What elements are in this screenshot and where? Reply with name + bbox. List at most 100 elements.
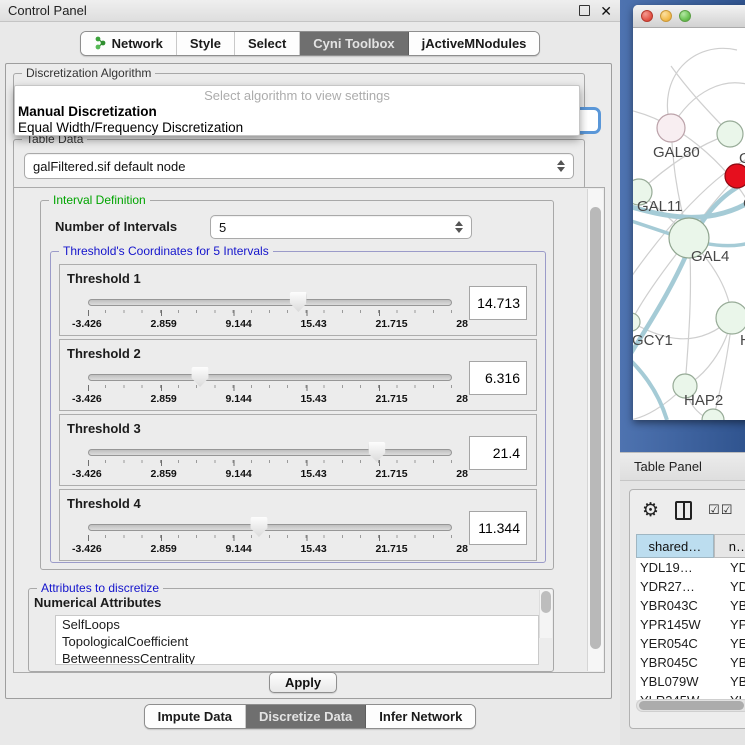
threshold-3-value-field[interactable]: 21.4 — [469, 436, 527, 470]
network-node[interactable] — [717, 121, 743, 147]
attribute-list-item[interactable]: BetweennessCentrality — [56, 650, 538, 665]
close-icon[interactable]: ✕ — [600, 4, 612, 18]
slider-scale-label: 2.859 — [150, 468, 176, 480]
table-rows: YDL19…YDL1YDR27…YDR2YBR043CYBR0YPR145WYP… — [636, 558, 745, 700]
attributes-scrollbar[interactable] — [539, 590, 552, 638]
minimize-traffic-light-icon[interactable] — [660, 10, 672, 22]
number-of-intervals-combobox[interactable]: 5 — [210, 215, 472, 239]
slider-track[interactable] — [88, 524, 452, 531]
table-cell: YBL079W — [636, 674, 724, 689]
attribute-list-item[interactable]: TopologicalCoefficient — [56, 633, 538, 650]
tab-label: jActiveMNodules — [422, 36, 527, 51]
bottom-tab-row: Impute Data Discretize Data Infer Networ… — [0, 704, 620, 729]
table-row[interactable]: YPR145WYPR1 — [636, 615, 745, 634]
threshold-1-label: Threshold 1 — [67, 271, 141, 286]
threshold-3-slider[interactable]: -3.4262.8599.14415.4321.71528 — [86, 441, 454, 481]
split-panel-icon[interactable] — [675, 501, 692, 520]
scrollbar-thumb[interactable] — [541, 591, 551, 613]
slider-track[interactable] — [88, 374, 452, 381]
network-node-label: GAL80 — [653, 144, 700, 161]
settings-scroll-pane: Interval Definition Number of Intervals … — [13, 187, 605, 673]
slider-scale-labels: -3.4262.8599.14415.4321.71528 — [72, 543, 468, 555]
tab-network[interactable]: Network — [81, 32, 177, 55]
network-node-label: GCY1 — [633, 332, 673, 349]
column-header-name[interactable]: n… — [714, 534, 745, 558]
network-node[interactable] — [633, 313, 640, 331]
table-row[interactable]: YDL19…YDL1 — [636, 558, 745, 577]
table-cell: YPR1 — [724, 617, 745, 632]
threshold-2-value-field[interactable]: 6.316 — [469, 361, 527, 395]
threshold-2-slider[interactable]: -3.4262.8599.14415.4321.71528 — [86, 366, 454, 406]
network-node-label: GAL11 — [637, 198, 683, 215]
tab-impute-data[interactable]: Impute Data — [145, 705, 246, 728]
network-node[interactable] — [702, 409, 724, 420]
slider-scale-label: 2.859 — [150, 318, 176, 330]
attribute-list-item[interactable]: SelfLoops — [56, 616, 538, 633]
network-node[interactable] — [657, 114, 685, 142]
table-row[interactable]: YBR045CYBR0 — [636, 653, 745, 672]
tab-select[interactable]: Select — [235, 32, 300, 55]
network-view-window: GAL80 GA C GAL11 GAL4 GCY1 H HAP2 — [633, 5, 745, 420]
numerical-attributes-list[interactable]: SelfLoopsTopologicalCoefficientBetweenne… — [55, 615, 539, 665]
threshold-1-slider[interactable]: -3.4262.8599.14415.4321.71528 — [86, 291, 454, 331]
select-columns-icon[interactable]: ☑☑ — [708, 502, 733, 518]
scrollbar-thumb[interactable] — [639, 701, 744, 710]
slider-thumb[interactable] — [192, 367, 209, 387]
apply-button[interactable]: Apply — [269, 672, 337, 693]
slider-scale-label: 28 — [456, 393, 468, 405]
tab-discretize-data[interactable]: Discretize Data — [246, 705, 366, 728]
dropdown-option-equal-width[interactable]: Equal Width/Frequency Discretization — [15, 120, 579, 136]
column-header-shared-name[interactable]: shared… — [636, 534, 714, 558]
control-panel-titlebar: Control Panel ✕ — [0, 0, 620, 22]
interval-definition-group: Interval Definition Number of Intervals … — [40, 200, 554, 570]
tab-jactivemnodules[interactable]: jActiveMNodules — [409, 32, 540, 55]
network-graph: GAL80 GA C GAL11 GAL4 GCY1 H HAP2 — [633, 28, 745, 420]
gear-icon[interactable]: ⚙ — [642, 501, 659, 520]
tab-label: Style — [190, 36, 221, 51]
threshold-4-value-field[interactable]: 11.344 — [469, 511, 527, 545]
tab-style[interactable]: Style — [177, 32, 235, 55]
panel-title: Control Panel — [8, 3, 579, 18]
network-node-label: GAL4 — [691, 248, 729, 265]
network-node-selected[interactable] — [725, 164, 745, 188]
scrollbar-thumb[interactable] — [590, 207, 601, 649]
table-row[interactable]: YBR043CYBR0 — [636, 596, 745, 615]
table-data-combobox[interactable]: galFiltered.sif default node — [24, 153, 574, 179]
tab-cyni-toolbox[interactable]: Cyni Toolbox — [300, 32, 408, 55]
cyni-toolbox-panel: Discretization Algorithm Select algorith… — [5, 63, 612, 699]
network-desktop-frame: GAL80 GA C GAL11 GAL4 GCY1 H HAP2 — [620, 0, 745, 452]
number-of-intervals-label: Number of Intervals — [55, 219, 177, 234]
table-row[interactable]: YER054CYER0 — [636, 634, 745, 653]
slider-scale-label: -3.426 — [72, 543, 102, 555]
slider-track[interactable] — [88, 299, 452, 306]
threshold-4-panel: Threshold 4 -3.4262.8599.14415.4321.7152… — [59, 489, 537, 561]
network-canvas[interactable]: GAL80 GA C GAL11 GAL4 GCY1 H HAP2 — [633, 28, 745, 420]
slider-scale-label: 28 — [456, 318, 468, 330]
slider-thumb[interactable] — [290, 292, 307, 312]
slider-scale-label: 9.144 — [225, 543, 251, 555]
network-window-titlebar — [633, 5, 745, 28]
network-node-label: H — [740, 332, 745, 349]
table-row[interactable]: YBL079WYBL0 — [636, 672, 745, 691]
threshold-3-label: Threshold 3 — [67, 421, 141, 436]
slider-thumb[interactable] — [250, 517, 267, 537]
table-row[interactable]: YDR27…YDR2 — [636, 577, 745, 596]
threshold-1-panel: Threshold 1 -3.4262.8599.14415.4321.7152… — [59, 264, 537, 336]
float-window-icon[interactable] — [579, 5, 590, 16]
slider-ticks — [88, 460, 452, 466]
threshold-1-value-field[interactable]: 14.713 — [469, 286, 527, 320]
slider-scale-label: -3.426 — [72, 468, 102, 480]
network-node[interactable] — [716, 302, 745, 334]
threshold-4-slider[interactable]: -3.4262.8599.14415.4321.71528 — [86, 516, 454, 556]
tab-infer-network[interactable]: Infer Network — [366, 705, 475, 728]
table-cell: YBR0 — [724, 655, 745, 670]
vertical-scrollbar[interactable] — [587, 189, 603, 671]
dropdown-option-manual[interactable]: Manual Discretization — [15, 104, 579, 120]
table-cell: YDL1 — [724, 560, 745, 575]
horizontal-scrollbar[interactable] — [636, 699, 745, 712]
slider-thumb[interactable] — [368, 442, 385, 462]
table-cell: YBR0 — [724, 598, 745, 613]
close-traffic-light-icon[interactable] — [641, 10, 653, 22]
zoom-traffic-light-icon[interactable] — [679, 10, 691, 22]
slider-track[interactable] — [88, 449, 452, 456]
